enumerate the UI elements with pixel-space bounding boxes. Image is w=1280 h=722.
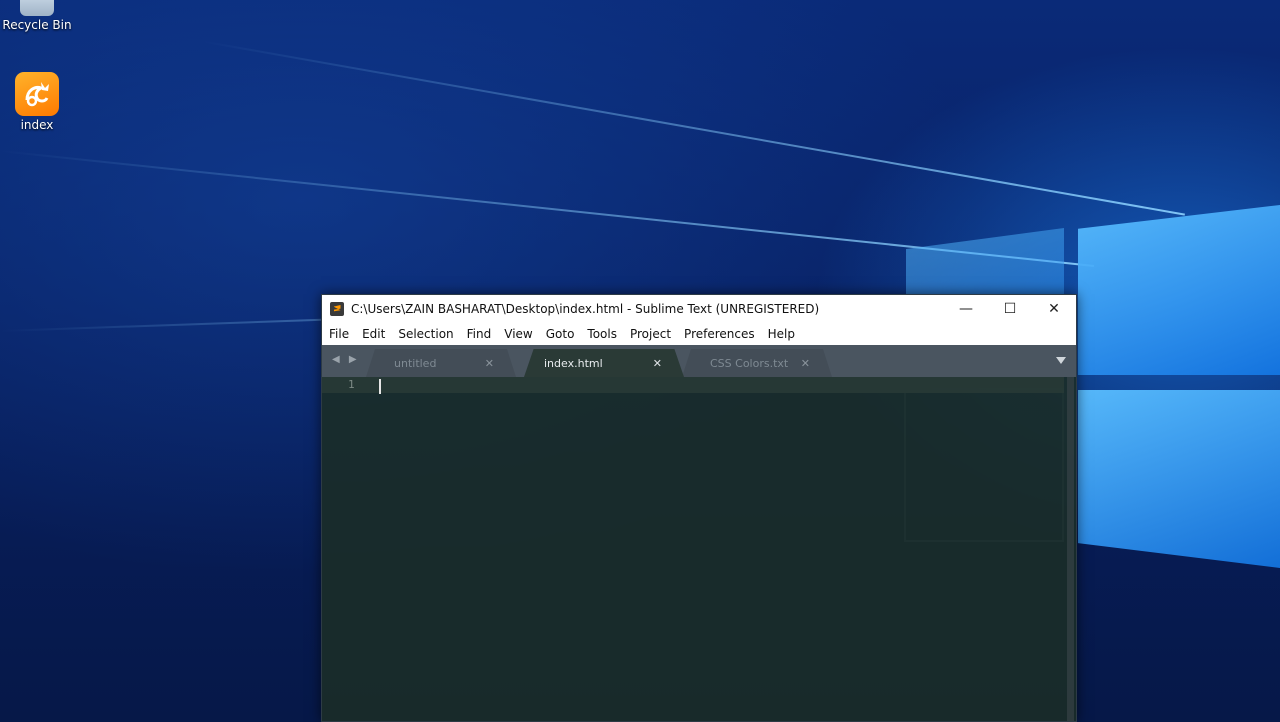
window-title: C:\Users\ZAIN BASHARAT\Desktop\index.htm… bbox=[351, 302, 820, 316]
desktop-icon-label: index bbox=[20, 118, 54, 132]
menu-edit[interactable]: Edit bbox=[362, 327, 385, 341]
title-bar[interactable]: C:\Users\ZAIN BASHARAT\Desktop\index.htm… bbox=[322, 295, 1076, 323]
menu-view[interactable]: View bbox=[504, 327, 532, 341]
maximize-button[interactable]: ☐ bbox=[988, 295, 1032, 323]
desktop-icon-recycle-bin[interactable]: Recycle Bin bbox=[0, 0, 74, 32]
menu-find[interactable]: Find bbox=[467, 327, 492, 341]
sublime-text-window: C:\Users\ZAIN BASHARAT\Desktop\index.htm… bbox=[321, 294, 1077, 722]
text-caret bbox=[379, 379, 381, 394]
menu-selection[interactable]: Selection bbox=[398, 327, 453, 341]
minimize-button[interactable]: — bbox=[944, 295, 988, 323]
tab-close-icon[interactable]: ✕ bbox=[653, 357, 662, 370]
menu-help[interactable]: Help bbox=[768, 327, 795, 341]
tab-label: index.html bbox=[544, 356, 603, 370]
menu-preferences[interactable]: Preferences bbox=[684, 327, 755, 341]
current-line-highlight bbox=[322, 377, 1064, 393]
vertical-scrollbar[interactable] bbox=[1067, 377, 1074, 721]
tab-css-colors[interactable]: CSS Colors.txt ✕ bbox=[682, 349, 832, 377]
windows-logo-pane bbox=[1078, 390, 1280, 568]
line-number: 1 bbox=[348, 378, 355, 391]
close-button[interactable]: ✕ bbox=[1032, 295, 1076, 323]
tab-label: untitled bbox=[394, 356, 437, 370]
sublime-app-icon bbox=[330, 302, 344, 316]
tab-dropdown-icon[interactable] bbox=[1056, 357, 1066, 364]
menu-tools[interactable]: Tools bbox=[587, 327, 617, 341]
windows-logo-pane bbox=[1078, 205, 1280, 375]
light-beam bbox=[199, 40, 1185, 216]
tab-bar: ◀ ▶ untitled ✕ CSS Colors.txt ✕ index.ht… bbox=[322, 345, 1076, 377]
desktop-icon-label: Recycle Bin bbox=[2, 18, 72, 32]
editor-area[interactable]: 1 bbox=[322, 377, 1076, 721]
tab-label: CSS Colors.txt bbox=[710, 356, 789, 370]
window-controls: — ☐ ✕ bbox=[944, 295, 1076, 323]
menu-goto[interactable]: Goto bbox=[546, 327, 575, 341]
tab-untitled[interactable]: untitled ✕ bbox=[366, 349, 516, 377]
tab-nav-arrows-icon[interactable]: ◀ ▶ bbox=[332, 354, 360, 365]
desktop-icon-index[interactable]: index bbox=[0, 72, 74, 132]
menu-project[interactable]: Project bbox=[630, 327, 671, 341]
tab-close-icon[interactable]: ✕ bbox=[801, 357, 810, 370]
recycle-bin-icon bbox=[20, 0, 54, 16]
uc-browser-icon bbox=[15, 72, 59, 116]
tab-close-icon[interactable]: ✕ bbox=[485, 357, 494, 370]
menu-file[interactable]: File bbox=[329, 327, 349, 341]
tab-index-html[interactable]: index.html ✕ bbox=[524, 349, 684, 377]
menu-bar: File Edit Selection Find View Goto Tools… bbox=[322, 323, 1076, 345]
